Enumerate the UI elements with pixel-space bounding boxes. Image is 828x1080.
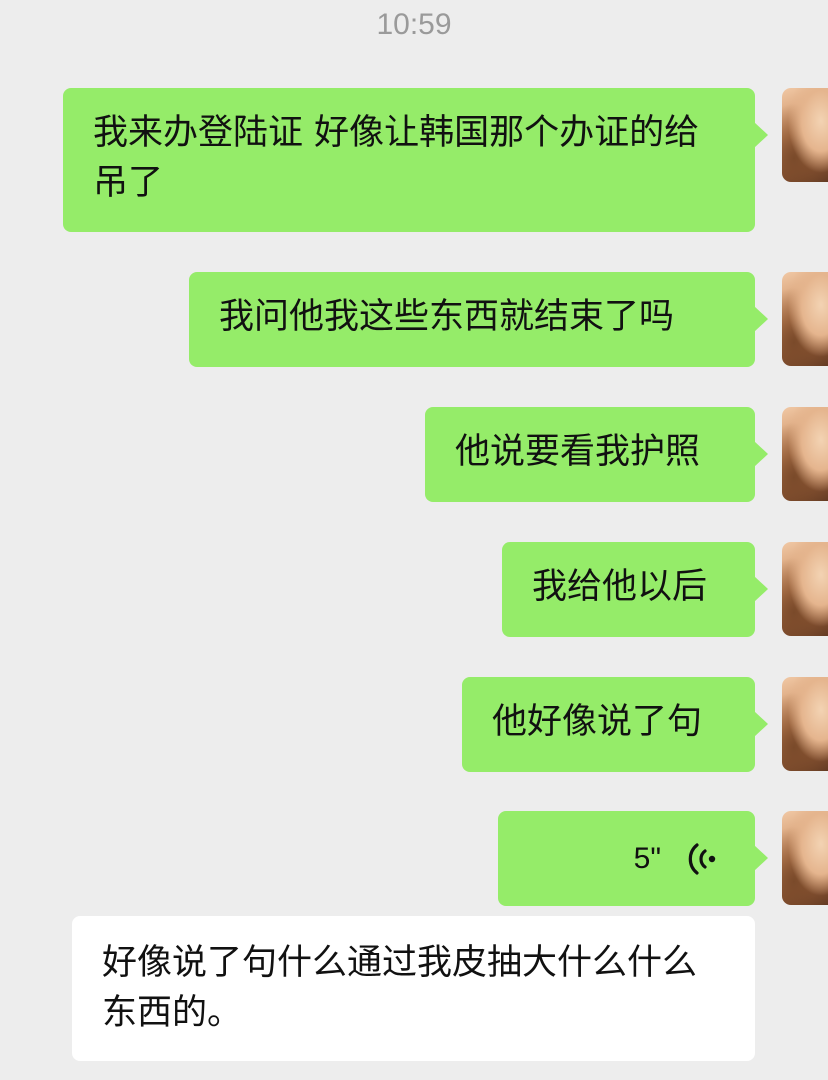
message-text: 他说要看我护照 [455, 432, 701, 472]
message-text: 我问他我这些东西就结束了吗 [219, 297, 675, 337]
message-bubble[interactable]: 我来办登陆证 好像让韩国那个办证的给吊了 [63, 88, 768, 232]
voice-message-bubble[interactable]: 5" [498, 811, 768, 906]
message-bubble[interactable]: 我给他以后 [502, 542, 768, 637]
message-bubble[interactable]: 他好像说了句 [462, 677, 768, 772]
message-bubble[interactable]: 他说要看我护照 [425, 407, 768, 502]
message-text: 我来办登陆证 好像让韩国那个办证的给吊了 [93, 113, 700, 203]
message-text: 他好像说了句 [492, 702, 703, 742]
avatar[interactable] [782, 811, 828, 905]
voice-transcript[interactable]: 好像说了句什么通过我皮抽大什么什么东西的。 [72, 916, 755, 1061]
transcript-text: 好像说了句什么通过我皮抽大什么什么东西的。 [102, 943, 698, 1033]
voice-duration: 5" [633, 841, 661, 875]
message-bubble[interactable]: 我问他我这些东西就结束了吗 [189, 272, 768, 367]
avatar[interactable] [782, 407, 828, 501]
avatar[interactable] [782, 542, 828, 636]
message-timestamp: 10:59 [376, 8, 452, 41]
avatar[interactable] [782, 88, 828, 182]
avatar[interactable] [782, 272, 828, 366]
voice-wave-icon [688, 842, 716, 875]
avatar[interactable] [782, 677, 828, 771]
message-text: 我给他以后 [532, 567, 708, 607]
